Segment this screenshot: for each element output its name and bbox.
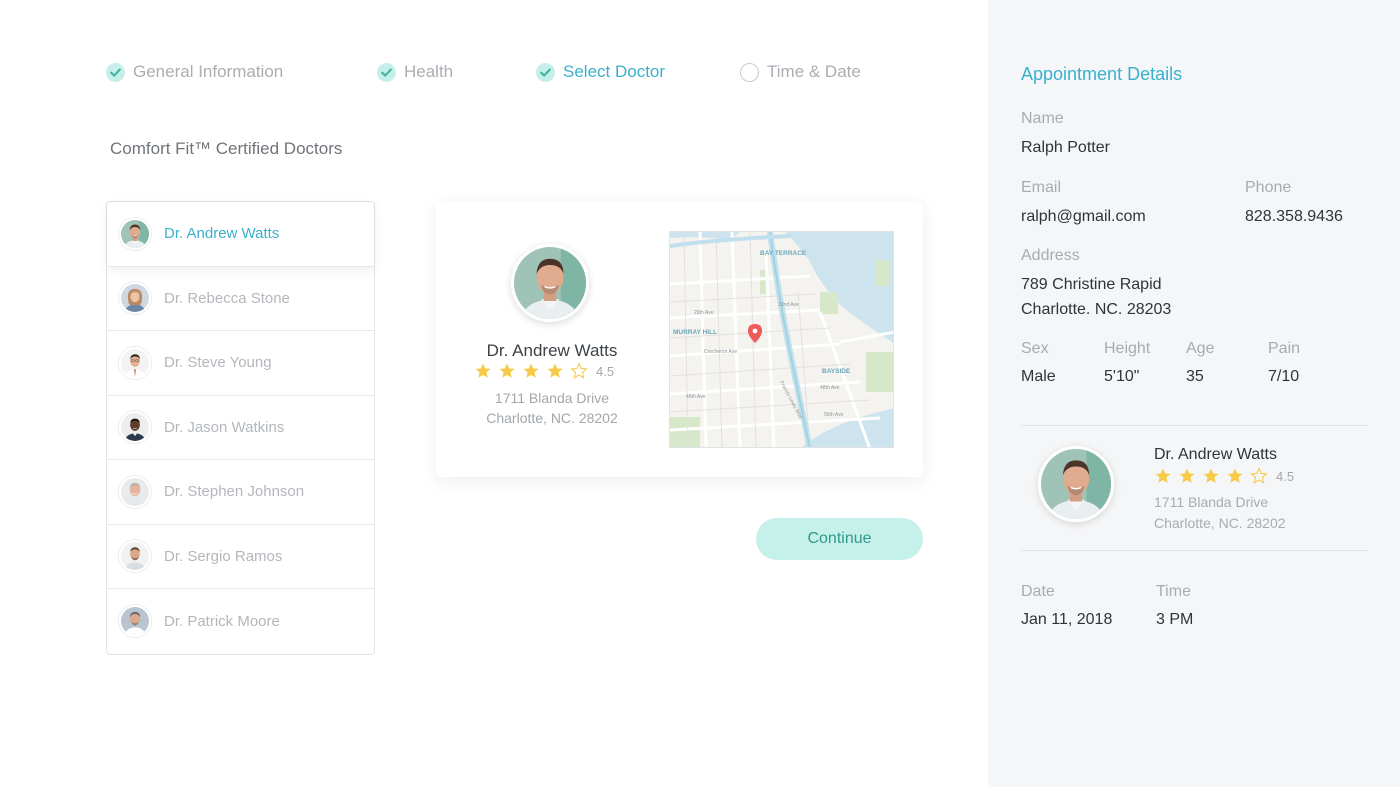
map-label: BAYSIDE bbox=[822, 368, 851, 375]
phone-label: Phone bbox=[1245, 179, 1292, 196]
email-label: Email bbox=[1021, 179, 1062, 196]
step-general-information[interactable]: General Information bbox=[106, 62, 283, 82]
address-line-1: 789 Christine Rapid bbox=[1021, 276, 1162, 293]
name-label: Name bbox=[1021, 110, 1064, 127]
star-icon bbox=[498, 362, 516, 380]
map-label: 32nd Ave bbox=[778, 302, 799, 308]
step-label: General Information bbox=[133, 62, 284, 81]
pain-label: Pain bbox=[1268, 340, 1301, 357]
doctor-detail-card: Dr. Andrew Watts 4.5 1711 Blanda Drive C… bbox=[436, 201, 923, 477]
rating-value: 4.5 bbox=[596, 363, 615, 379]
avatar bbox=[1038, 446, 1114, 522]
doctor-address-line-2: Charlotte, NC. 28202 bbox=[1154, 515, 1286, 531]
map-label: Crocheron Ave bbox=[704, 349, 737, 355]
date-label: Date bbox=[1021, 583, 1055, 600]
location-map[interactable]: BAY TERRACE MURRAY HILL BAYSIDE 29th Ave… bbox=[669, 231, 894, 448]
list-item-doctor[interactable]: Dr. Sergio Ramos bbox=[107, 525, 374, 589]
sex-label: Sex bbox=[1021, 340, 1049, 357]
doctor-name: Dr. Jason Watkins bbox=[164, 418, 285, 436]
doctor-name: Dr. Stephen Johnson bbox=[164, 483, 305, 501]
date-value: Jan 11, 2018 bbox=[1021, 611, 1113, 628]
list-item-doctor[interactable]: Dr. Patrick Moore bbox=[107, 589, 374, 654]
doctor-name: Dr. Sergio Ramos bbox=[164, 547, 283, 565]
divider bbox=[1021, 425, 1368, 426]
star-rating: 4.5 bbox=[474, 362, 614, 380]
empty-circle-icon bbox=[740, 62, 759, 82]
list-item-doctor[interactable]: Dr. Andrew Watts bbox=[107, 202, 374, 267]
doctor-address-line-1: 1711 Blanda Drive bbox=[1154, 494, 1269, 510]
list-item-doctor[interactable]: Dr. Rebecca Stone bbox=[107, 267, 374, 331]
map-label: 29th Ave bbox=[694, 310, 714, 316]
step-health[interactable]: Health bbox=[377, 62, 453, 82]
star-icon bbox=[522, 362, 540, 380]
step-select-doctor[interactable]: Select Doctor bbox=[536, 62, 665, 82]
address-line-2: Charlotte. NC. 28203 bbox=[1021, 301, 1172, 318]
time-label: Time bbox=[1156, 583, 1191, 600]
doctor-name: Dr. Rebecca Stone bbox=[164, 289, 290, 307]
avatar bbox=[119, 217, 151, 250]
star-icon bbox=[1178, 467, 1196, 485]
step-label: Select Doctor bbox=[563, 62, 666, 81]
check-icon bbox=[536, 62, 555, 82]
name-value: Ralph Potter bbox=[1021, 139, 1110, 156]
map-label: MURRAY HILL bbox=[673, 329, 717, 336]
doctor-name: Dr. Andrew Watts bbox=[1154, 446, 1277, 463]
star-icon bbox=[474, 362, 492, 380]
avatar bbox=[119, 346, 151, 379]
divider bbox=[1021, 550, 1368, 551]
map-label: 56th Ave bbox=[824, 412, 844, 418]
doctor-list: Dr. Andrew Watts Dr. Rebecca Stone Dr. S… bbox=[106, 201, 375, 655]
star-rating: 4.5 bbox=[1154, 467, 1294, 485]
continue-button[interactable]: Continue bbox=[756, 518, 923, 560]
list-item-doctor[interactable]: Dr. Stephen Johnson bbox=[107, 460, 374, 525]
step-label: Health bbox=[404, 62, 454, 81]
rating-value: 4.5 bbox=[1276, 468, 1295, 484]
doctor-name: Dr. Andrew Watts bbox=[164, 225, 280, 243]
star-icon bbox=[546, 362, 564, 380]
star-icon bbox=[1154, 467, 1172, 485]
star-icon bbox=[1202, 467, 1220, 485]
avatar bbox=[119, 605, 151, 638]
map-label: BAY TERRACE bbox=[760, 250, 807, 257]
email-value: ralph@gmail.com bbox=[1021, 208, 1146, 225]
sex-value: Male bbox=[1021, 368, 1056, 385]
step-time-date[interactable]: Time & Date bbox=[740, 62, 861, 82]
pain-value: 7/10 bbox=[1268, 368, 1300, 385]
address-line-2: Charlotte, NC. 28202 bbox=[486, 410, 618, 426]
main-content: General Information Health Select Doctor… bbox=[0, 0, 988, 787]
avatar bbox=[511, 244, 589, 322]
check-icon bbox=[106, 62, 125, 82]
check-icon bbox=[377, 62, 396, 82]
avatar bbox=[119, 475, 151, 508]
age-label: Age bbox=[1186, 340, 1215, 357]
doctor-name: Dr. Patrick Moore bbox=[164, 612, 280, 630]
address-line-1: 1711 Blanda Drive bbox=[494, 390, 610, 406]
map-label: 48th Ave bbox=[820, 385, 840, 391]
star-icon bbox=[1226, 467, 1244, 485]
avatar bbox=[119, 282, 151, 315]
map-label: 46th Ave bbox=[686, 394, 706, 400]
step-label: Time & Date bbox=[767, 62, 861, 81]
doctor-name: Dr. Steve Young bbox=[164, 354, 272, 372]
section-title: Comfort Fit™ Certified Doctors bbox=[110, 139, 343, 158]
age-value: 35 bbox=[1186, 368, 1204, 385]
avatar bbox=[119, 411, 151, 444]
address-label: Address bbox=[1021, 247, 1080, 264]
star-outline-icon bbox=[570, 362, 588, 380]
height-value: 5'10" bbox=[1104, 368, 1140, 385]
list-item-doctor[interactable]: Dr. Steve Young bbox=[107, 331, 374, 396]
star-outline-icon bbox=[1250, 467, 1268, 485]
doctor-name: Dr. Andrew Watts bbox=[486, 341, 618, 360]
appointment-details-panel: Appointment Details Name Ralph Potter Em… bbox=[988, 0, 1400, 787]
panel-title: Appointment Details bbox=[1021, 64, 1183, 84]
time-value: 3 PM bbox=[1156, 611, 1194, 628]
list-item-doctor[interactable]: Dr. Jason Watkins bbox=[107, 396, 374, 460]
map-graphic: BAY TERRACE MURRAY HILL BAYSIDE 29th Ave… bbox=[670, 232, 893, 447]
phone-value: 828.358.9436 bbox=[1245, 208, 1343, 225]
height-label: Height bbox=[1104, 340, 1151, 357]
avatar bbox=[119, 540, 151, 573]
